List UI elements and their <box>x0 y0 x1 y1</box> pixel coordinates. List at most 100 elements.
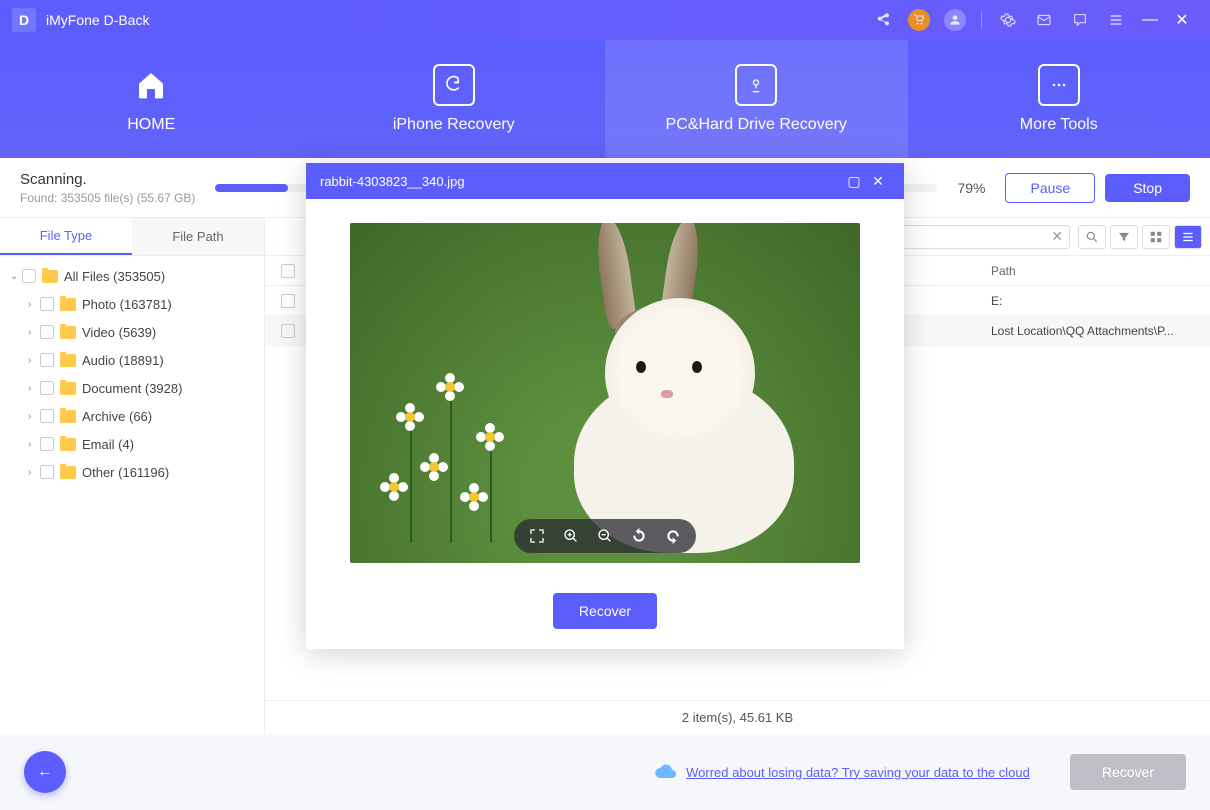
tree-label: Email <box>82 437 115 452</box>
nav-more[interactable]: More Tools <box>908 40 1210 158</box>
tree-count: (161196) <box>118 465 169 480</box>
tab-file-type[interactable]: File Type <box>0 218 132 255</box>
more-icon <box>1038 64 1080 106</box>
tree-label: Other <box>82 465 115 480</box>
clear-search-icon[interactable]: ✕ <box>1045 228 1069 245</box>
preview-modal: rabbit-4303823__340.jpg ▢ ✕ <box>306 163 904 649</box>
table-footer: 2 item(s), 45.61 KB <box>265 700 1210 734</box>
nav-home-label: HOME <box>127 116 175 134</box>
tree-count: (4) <box>118 437 134 452</box>
checkbox[interactable] <box>40 409 54 423</box>
preview-controls <box>514 519 696 553</box>
folder-icon <box>60 466 76 479</box>
folder-icon <box>60 438 76 451</box>
chevron-right-icon: › <box>28 439 40 450</box>
progress-percent: 79% <box>957 180 985 196</box>
tree-audio[interactable]: › Audio (18891) <box>0 346 264 374</box>
pause-button[interactable]: Pause <box>1005 173 1095 203</box>
checkbox[interactable] <box>40 381 54 395</box>
cart-icon[interactable] <box>905 6 933 34</box>
nav-home[interactable]: HOME <box>0 40 303 158</box>
menu-icon[interactable] <box>1102 6 1130 34</box>
preview-recover-button[interactable]: Recover <box>553 593 657 629</box>
tree-label: Audio <box>82 353 115 368</box>
tree-label: Archive <box>82 409 125 424</box>
maximize-icon[interactable]: ▢ <box>842 173 866 190</box>
tree-video[interactable]: ›Video (5639) <box>0 318 264 346</box>
folder-icon <box>60 382 76 395</box>
nav-iphone-label: iPhone Recovery <box>393 116 515 134</box>
folder-icon <box>60 410 76 423</box>
tree-count: (18891) <box>119 353 164 368</box>
rotate-right-icon[interactable] <box>664 527 682 545</box>
chevron-right-icon: › <box>28 467 40 478</box>
cloud-icon <box>654 760 678 784</box>
checkbox[interactable] <box>40 353 54 367</box>
recover-button[interactable]: Recover <box>1070 754 1186 790</box>
zoom-in-icon[interactable] <box>562 527 580 545</box>
tree-archive[interactable]: › Archive (66) <box>0 402 264 430</box>
tree-count: (3928) <box>145 381 183 396</box>
gear-icon[interactable] <box>994 6 1022 34</box>
minimize-button[interactable]: — <box>1134 11 1166 29</box>
stop-button[interactable]: Stop <box>1105 174 1190 202</box>
mail-icon[interactable] <box>1030 6 1058 34</box>
share-icon[interactable] <box>869 6 897 34</box>
folder-icon <box>60 354 76 367</box>
checkbox[interactable] <box>22 269 36 283</box>
back-button[interactable]: ← <box>24 751 66 793</box>
home-icon <box>130 64 172 106</box>
filter-icon[interactable] <box>1110 225 1138 249</box>
checkbox[interactable] <box>40 325 54 339</box>
file-tree: ⌄All Files (353505) ›Photo (163781) ›Vid… <box>0 256 264 734</box>
select-all-checkbox[interactable] <box>281 264 295 278</box>
tree-all-files[interactable]: ⌄ All Files (353505) <box>0 262 264 290</box>
app-title: iMyFone D-Back <box>46 12 149 28</box>
chevron-right-icon: › <box>28 299 40 310</box>
sidebar: File Type File Path ⌄All Files (353505) … <box>0 218 265 734</box>
nav-more-label: More Tools <box>1020 116 1098 134</box>
cell-path: Lost Location\QQ Attachments\P... <box>983 324 1202 338</box>
preview-filename: rabbit-4303823__340.jpg <box>320 174 465 189</box>
scanning-label: Scanning. <box>20 171 195 188</box>
nav-iphone[interactable]: iPhone Recovery <box>303 40 606 158</box>
checkbox[interactable] <box>40 465 54 479</box>
fullscreen-icon[interactable] <box>528 527 546 545</box>
row-checkbox[interactable] <box>281 324 295 338</box>
column-path[interactable]: Path <box>983 264 1202 278</box>
tree-label: Document <box>82 381 141 396</box>
preview-image <box>350 223 860 563</box>
tree-label: Photo <box>82 297 116 312</box>
tab-file-path[interactable]: File Path <box>132 218 264 255</box>
feedback-icon[interactable] <box>1066 6 1094 34</box>
chevron-down-icon: ⌄ <box>10 271 22 282</box>
avatar-icon[interactable] <box>941 6 969 34</box>
close-icon[interactable]: ✕ <box>866 173 890 190</box>
tree-count: (66) <box>129 409 152 424</box>
tree-email[interactable]: › Email (4) <box>0 430 264 458</box>
tree-count: (353505) <box>113 269 165 284</box>
titlebar: D iMyFone D-Back — ✕ <box>0 0 1210 40</box>
found-label: Found: 353505 file(s) (55.67 GB) <box>20 191 195 205</box>
tree-other[interactable]: › Other (161196) <box>0 458 264 486</box>
zoom-out-icon[interactable] <box>596 527 614 545</box>
search-icon[interactable] <box>1078 225 1106 249</box>
rotate-left-icon[interactable] <box>630 527 648 545</box>
close-button[interactable]: ✕ <box>1166 10 1198 30</box>
nav-pc[interactable]: PC&Hard Drive Recovery <box>605 40 908 158</box>
chevron-right-icon: › <box>28 411 40 422</box>
checkbox[interactable] <box>40 297 54 311</box>
cloud-save-link[interactable]: Worred about losing data? Try saving you… <box>686 765 1030 780</box>
folder-icon <box>42 270 58 283</box>
grid-view-icon[interactable] <box>1142 225 1170 249</box>
chevron-right-icon: › <box>28 355 40 366</box>
checkbox[interactable] <box>40 437 54 451</box>
preview-header[interactable]: rabbit-4303823__340.jpg ▢ ✕ <box>306 163 904 199</box>
row-checkbox[interactable] <box>281 294 295 308</box>
nav-pc-label: PC&Hard Drive Recovery <box>666 116 847 134</box>
tree-document[interactable]: ›Document (3928) <box>0 374 264 402</box>
list-view-icon[interactable] <box>1174 225 1202 249</box>
tree-label: All Files <box>64 269 110 284</box>
monitor-icon <box>735 64 777 106</box>
tree-photo[interactable]: ›Photo (163781) <box>0 290 264 318</box>
